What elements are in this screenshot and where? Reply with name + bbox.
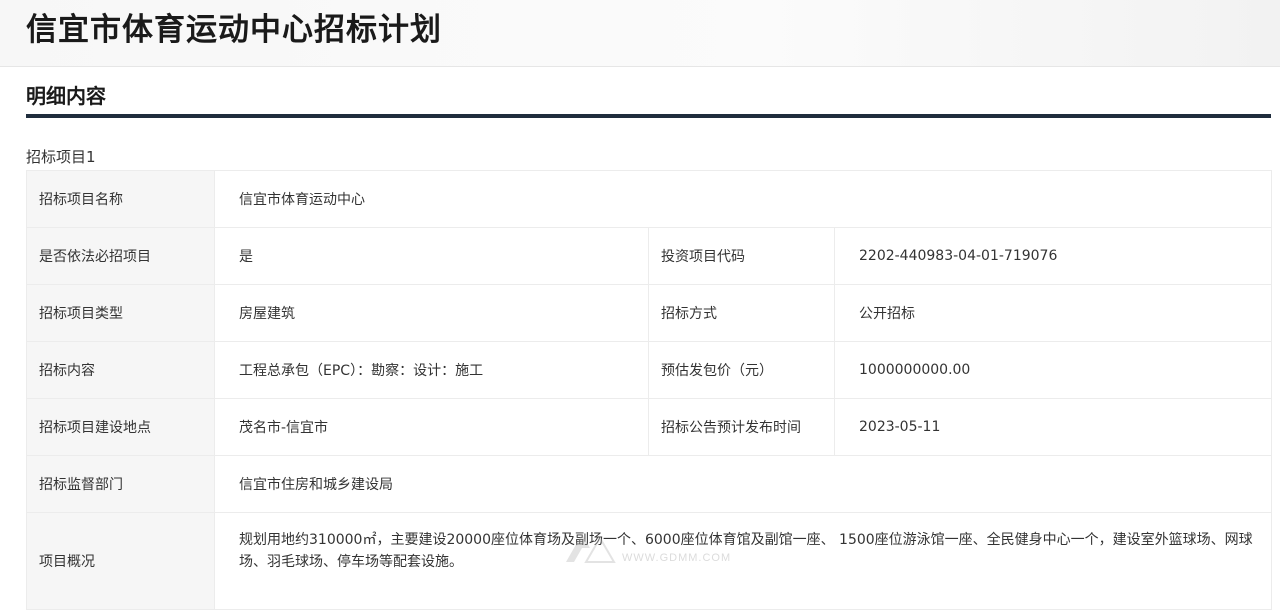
detail-table: 招标项目名称 信宜市体育运动中心 是否依法必招项目 是 投资项目代码 2202-…: [26, 170, 1273, 610]
field-value-investment-code: 2202-440983-04-01-719076: [833, 227, 1273, 285]
table-row: 招标监督部门 信宜市住房和城乡建设局: [26, 455, 1273, 513]
section-title: 明细内容: [26, 84, 106, 108]
table-row: 招标内容 工程总承包（EPC）：勘察：设计：施工 预估发包价（元） 100000…: [26, 341, 1273, 399]
field-label-supervisor: 招标监督部门: [26, 455, 215, 513]
field-label-mandatory: 是否依法必招项目: [26, 227, 215, 285]
field-label-publish-time: 招标公告预计发布时间: [648, 398, 835, 456]
project-label: 招标项目1: [26, 148, 96, 166]
field-label-overview: 项目概况: [26, 512, 215, 610]
table-row: 招标项目建设地点 茂名市-信宜市 招标公告预计发布时间 2023-05-11: [26, 398, 1273, 456]
field-label-investment-code: 投资项目代码: [648, 227, 835, 285]
page-title: 信宜市体育运动中心招标计划: [26, 12, 442, 48]
field-label-location: 招标项目建设地点: [26, 398, 215, 456]
field-label-estimated-price: 预估发包价（元）: [648, 341, 835, 399]
table-row: 是否依法必招项目 是 投资项目代码 2202-440983-04-01-7190…: [26, 227, 1273, 285]
field-label-type: 招标项目类型: [26, 284, 215, 342]
field-value-publish-time: 2023-05-11: [833, 398, 1273, 456]
field-value-estimated-price: 1000000000.00: [833, 341, 1273, 399]
field-label-content: 招标内容: [26, 341, 215, 399]
field-value-method: 公开招标: [833, 284, 1273, 342]
section-divider: [26, 114, 1271, 118]
field-value-overview: 规划用地约310000㎡，主要建设20000座位体育场及副场一个、6000座位体…: [213, 512, 1273, 610]
page-header: 信宜市体育运动中心招标计划: [0, 0, 1280, 67]
field-value-mandatory: 是: [214, 227, 649, 285]
table-row: 招标项目类型 房屋建筑 招标方式 公开招标: [26, 284, 1273, 342]
field-value-location: 茂名市-信宜市: [214, 398, 649, 456]
field-label-name: 招标项目名称: [26, 170, 215, 228]
field-value-name: 信宜市体育运动中心: [213, 170, 1273, 228]
field-value-supervisor: 信宜市住房和城乡建设局: [213, 455, 1273, 513]
field-label-method: 招标方式: [648, 284, 835, 342]
field-value-content: 工程总承包（EPC）：勘察：设计：施工: [214, 341, 649, 399]
field-value-type: 房屋建筑: [214, 284, 649, 342]
table-row: 招标项目名称 信宜市体育运动中心: [26, 170, 1273, 228]
table-row: 项目概况 规划用地约310000㎡，主要建设20000座位体育场及副场一个、60…: [26, 512, 1273, 610]
